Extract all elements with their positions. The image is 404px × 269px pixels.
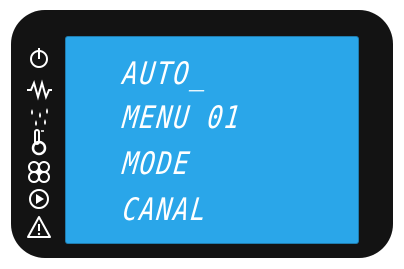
warning-icon bbox=[25, 215, 53, 239]
lcd-line-4: CANAL bbox=[120, 192, 210, 228]
thermometer-icon bbox=[25, 129, 53, 156]
play-icon bbox=[25, 187, 53, 211]
fan-icon bbox=[25, 160, 53, 184]
lcd-line-2: MENU 01 bbox=[120, 100, 244, 136]
heating-coil-icon bbox=[25, 78, 53, 102]
dripping-water-icon bbox=[25, 105, 53, 129]
lcd-line-1: AUTO_ bbox=[120, 56, 210, 92]
controller-device: AUTO_ MENU 01 MODE CANAL bbox=[11, 10, 393, 258]
status-icon-strip bbox=[11, 10, 65, 258]
lcd-screen: AUTO_ MENU 01 MODE CANAL bbox=[65, 36, 359, 244]
power-icon bbox=[25, 46, 53, 70]
lcd-line-3: MODE bbox=[120, 146, 193, 182]
